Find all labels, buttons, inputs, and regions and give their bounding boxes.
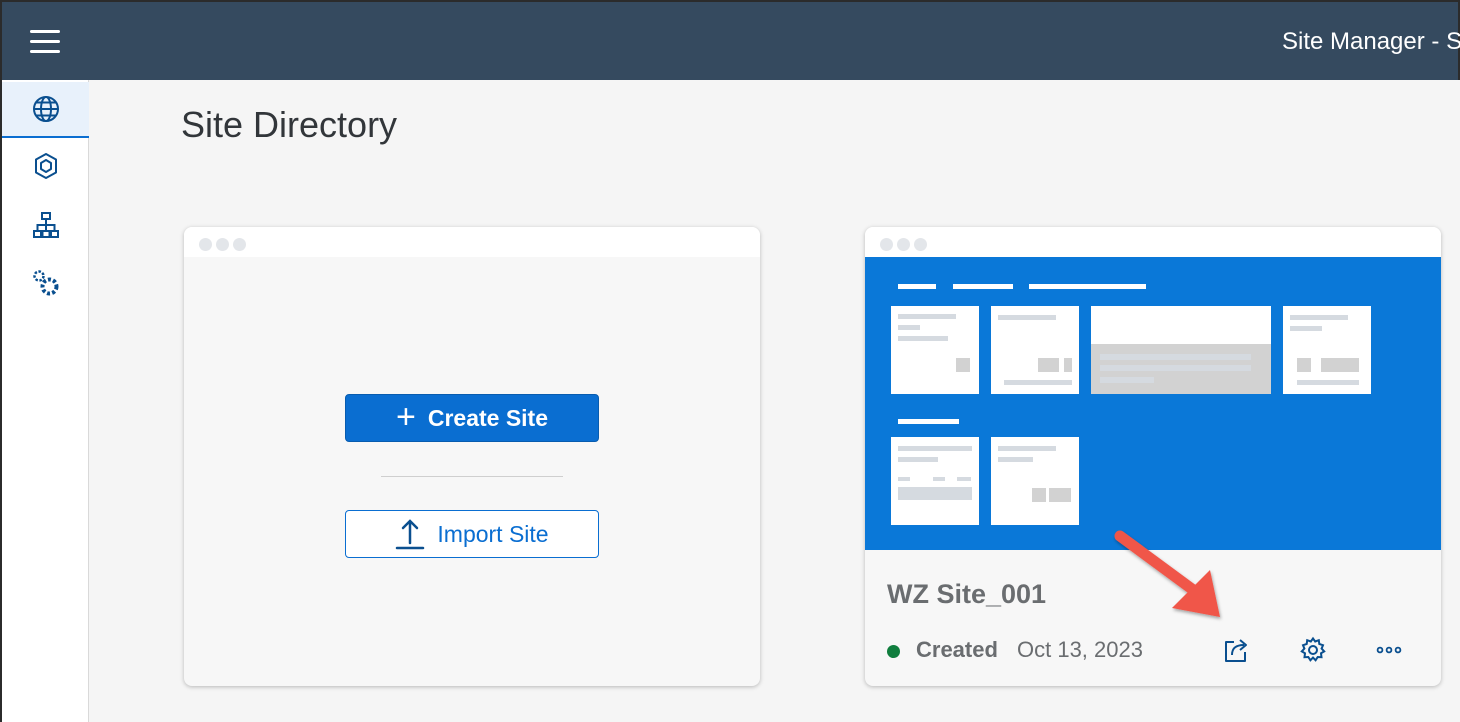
site-card[interactable]: WZ Site_001 Created Oct 13, 2023 (865, 227, 1441, 686)
site-preview-thumbnail[interactable] (865, 257, 1441, 550)
sidebar-item-site-directory[interactable] (2, 82, 89, 138)
divider (381, 476, 563, 477)
page-title: Site Directory (181, 104, 398, 145)
new-site-card: + Create Site Import Site (184, 227, 760, 686)
sidebar-item-hierarchy[interactable] (2, 197, 89, 253)
status-indicator-dot (887, 645, 900, 658)
settings-icon (1300, 636, 1326, 662)
window-dots (199, 238, 246, 251)
created-date: Oct 13, 2023 (1017, 637, 1143, 662)
content-icon (34, 153, 57, 179)
import-site-label: Import Site (437, 520, 549, 547)
globe-icon (32, 96, 59, 122)
more-icon (1376, 646, 1402, 654)
sidebar-item-settings[interactable] (2, 255, 89, 311)
upload-icon (396, 519, 425, 550)
sidebar-item-content[interactable] (2, 138, 89, 194)
window-dots (880, 238, 927, 251)
status-badge: Created (916, 637, 998, 662)
share-icon (1225, 639, 1247, 662)
hamburger-menu-icon[interactable] (30, 28, 64, 56)
hierarchy-icon (32, 212, 59, 238)
site-settings-button[interactable] (1295, 632, 1331, 668)
settings-gears-icon (32, 270, 58, 296)
card-window-bar (865, 227, 1441, 257)
create-site-button[interactable]: + Create Site (345, 394, 599, 442)
site-name[interactable]: WZ Site_001 (887, 579, 1046, 610)
create-site-label: Create Site (427, 404, 549, 431)
plus-icon: + (395, 397, 416, 436)
side-navigation (0, 80, 89, 722)
go-to-site-button[interactable] (1218, 632, 1254, 668)
card-window-bar (184, 227, 760, 257)
import-site-button[interactable]: Import Site (345, 510, 599, 558)
shell-bar: Site Manager - S (0, 0, 1460, 80)
shell-title: Site Manager - S (1282, 28, 1460, 55)
more-actions-button[interactable] (1371, 632, 1407, 668)
